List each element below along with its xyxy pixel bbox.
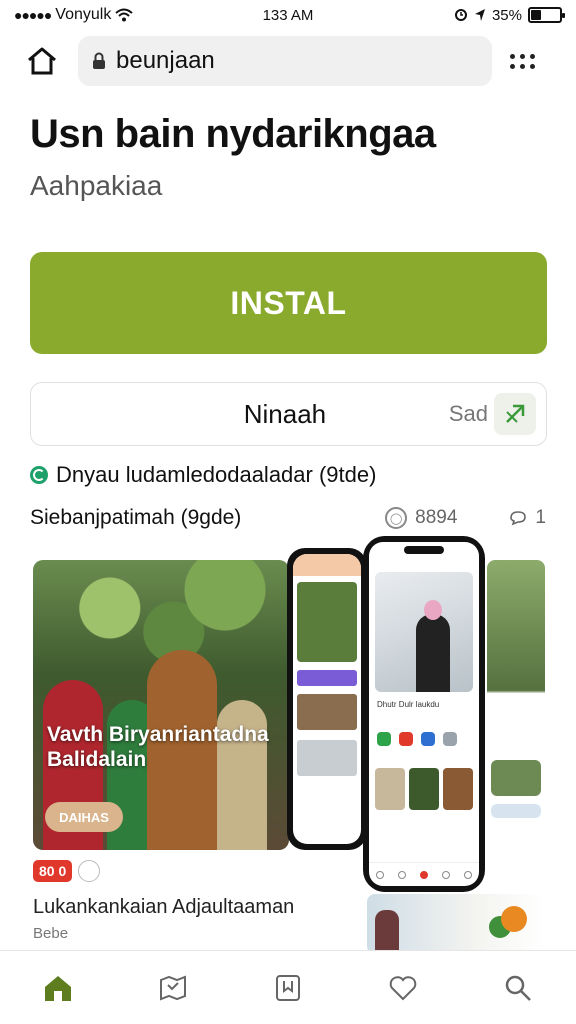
app-tile-icon bbox=[443, 732, 457, 746]
tab-dot bbox=[464, 870, 472, 879]
thumb bbox=[409, 768, 439, 810]
phone-mockup-front: Dhutr Dulr laukdu bbox=[363, 536, 485, 892]
screenshot-caption: Lukankankaian Adjaultaaman bbox=[33, 896, 295, 918]
phone-mockup-back bbox=[287, 548, 367, 850]
phone-back-photo bbox=[297, 582, 357, 662]
more-dot bbox=[510, 63, 515, 69]
heart-icon bbox=[389, 975, 417, 1000]
screenshot-gallery[interactable]: Vavth Biryanriantadna Balidalain DAIHAS … bbox=[33, 536, 545, 954]
share-button[interactable] bbox=[494, 393, 536, 435]
screenshot-subcaption: Bebe bbox=[33, 925, 69, 942]
more-dot bbox=[520, 53, 525, 59]
screenshot-bottom-right[interactable] bbox=[367, 894, 545, 954]
app-subtitle: Aahpakiaa bbox=[30, 170, 163, 201]
lock-icon bbox=[93, 52, 105, 69]
app-tile-icon bbox=[377, 732, 391, 746]
app-tile-icon bbox=[421, 732, 435, 746]
comment-icon bbox=[510, 511, 527, 526]
phone-front-icons bbox=[377, 732, 457, 746]
screenshot-main[interactable]: Vavth Biryanriantadna Balidalain DAIHAS bbox=[33, 560, 289, 850]
nav-map[interactable] bbox=[149, 964, 197, 1012]
more-dot bbox=[520, 63, 525, 69]
phone-front-screen: Dhutr Dulr laukdu bbox=[369, 542, 479, 886]
battery-level bbox=[531, 10, 541, 20]
share-icon bbox=[506, 404, 525, 423]
screenshot-person bbox=[375, 910, 399, 954]
location-icon bbox=[474, 9, 485, 21]
status-bar: ●●●●● Vonyulk 133 AM 35% bbox=[0, 0, 576, 30]
phone-front-thumbs bbox=[375, 768, 473, 810]
nav-library[interactable] bbox=[264, 964, 312, 1012]
phone-back-header bbox=[293, 554, 361, 576]
badge-row: 80 0 bbox=[33, 860, 363, 882]
app-title: Usn bain nydarikngaa bbox=[30, 112, 436, 156]
verified-icon bbox=[30, 466, 48, 484]
phone-back-bar bbox=[297, 670, 357, 686]
more-dot bbox=[530, 63, 535, 69]
app-tile-icon bbox=[399, 732, 413, 746]
share-label: Sad bbox=[448, 401, 488, 426]
secondary-action-row: Ninaah Sad bbox=[30, 382, 547, 446]
mini-card bbox=[491, 804, 541, 818]
screenshot-right[interactable] bbox=[487, 560, 545, 850]
screenshot-overlay-text: Vavth Biryanriantadna Balidalain bbox=[47, 723, 269, 771]
status-left: ●●●●● Vonyulk bbox=[14, 6, 214, 24]
more-dot bbox=[530, 53, 535, 59]
phone-back-screen bbox=[293, 554, 361, 844]
phone-notch bbox=[404, 546, 444, 554]
search-icon bbox=[506, 975, 532, 1001]
nav-favorites[interactable] bbox=[379, 964, 427, 1012]
developer-row: Dnyau ludamledodaaladar (9tde) bbox=[30, 462, 376, 488]
fruit-image bbox=[501, 906, 527, 932]
book-icon bbox=[275, 974, 300, 1001]
battery-percent: 35% bbox=[491, 6, 522, 24]
map-icon bbox=[159, 975, 186, 1000]
phone-front-caption: Dhutr Dulr laukdu bbox=[377, 700, 440, 709]
caption-circle-icon bbox=[78, 860, 101, 882]
screenshot-chip[interactable]: DAIHAS bbox=[45, 802, 123, 832]
nav-search[interactable] bbox=[494, 964, 542, 1012]
caption-badge: 80 0 bbox=[33, 860, 73, 882]
home-button[interactable] bbox=[22, 41, 62, 81]
tab-dot bbox=[376, 870, 384, 879]
phone-back-thumb bbox=[297, 694, 357, 730]
thumb bbox=[375, 768, 405, 810]
alarm-icon bbox=[454, 9, 467, 21]
rating-icon: ◯ bbox=[385, 507, 408, 529]
reviews[interactable]: 1 bbox=[509, 507, 546, 529]
wifi-icon bbox=[115, 8, 133, 22]
tab-dot bbox=[398, 870, 406, 879]
home-icon bbox=[28, 47, 56, 75]
status-time: 133 AM bbox=[262, 6, 314, 24]
tab-dot bbox=[442, 870, 450, 879]
address-bar[interactable]: beunjaan bbox=[78, 36, 492, 86]
thumb bbox=[443, 768, 473, 810]
carrier-label: Vonyulk bbox=[55, 6, 112, 23]
mini-card bbox=[491, 760, 541, 796]
status-right: 35% bbox=[362, 6, 565, 24]
more-icon bbox=[510, 53, 515, 59]
developer-text[interactable]: Dnyau ludamledodaaladar (9tde) bbox=[56, 462, 376, 488]
rating-value: 8894 bbox=[415, 507, 458, 528]
install-button[interactable]: INSTAL bbox=[30, 252, 547, 354]
phone-back-thumb bbox=[297, 740, 357, 776]
browser-toolbar: beunjaan bbox=[0, 34, 576, 88]
signal-icon: ●●●●● bbox=[14, 7, 52, 23]
home-icon bbox=[44, 975, 71, 1001]
rating: ◯ 8894 bbox=[385, 507, 457, 529]
phone-front-figure bbox=[416, 600, 451, 692]
reviews-count: 1 bbox=[535, 507, 546, 528]
meta-text: Siebanjpatimah (9gde) bbox=[30, 506, 242, 529]
meta-row: Siebanjpatimah (9gde) ◯ 8894 1 bbox=[30, 506, 546, 530]
battery-icon bbox=[528, 7, 565, 23]
phone-front-tabbar bbox=[369, 862, 479, 886]
url-text: beunjaan bbox=[116, 47, 215, 74]
phone-front-photo bbox=[375, 572, 473, 692]
nav-home[interactable] bbox=[34, 964, 82, 1012]
tab-dot bbox=[420, 870, 428, 879]
more-menu-button[interactable] bbox=[510, 53, 540, 69]
screenshot-caption-block: 80 0 Lukankankaian Adjaultaaman Bebe bbox=[33, 860, 363, 942]
bottom-navigation bbox=[0, 950, 576, 1024]
secondary-action-button[interactable]: Ninaah bbox=[31, 399, 449, 430]
